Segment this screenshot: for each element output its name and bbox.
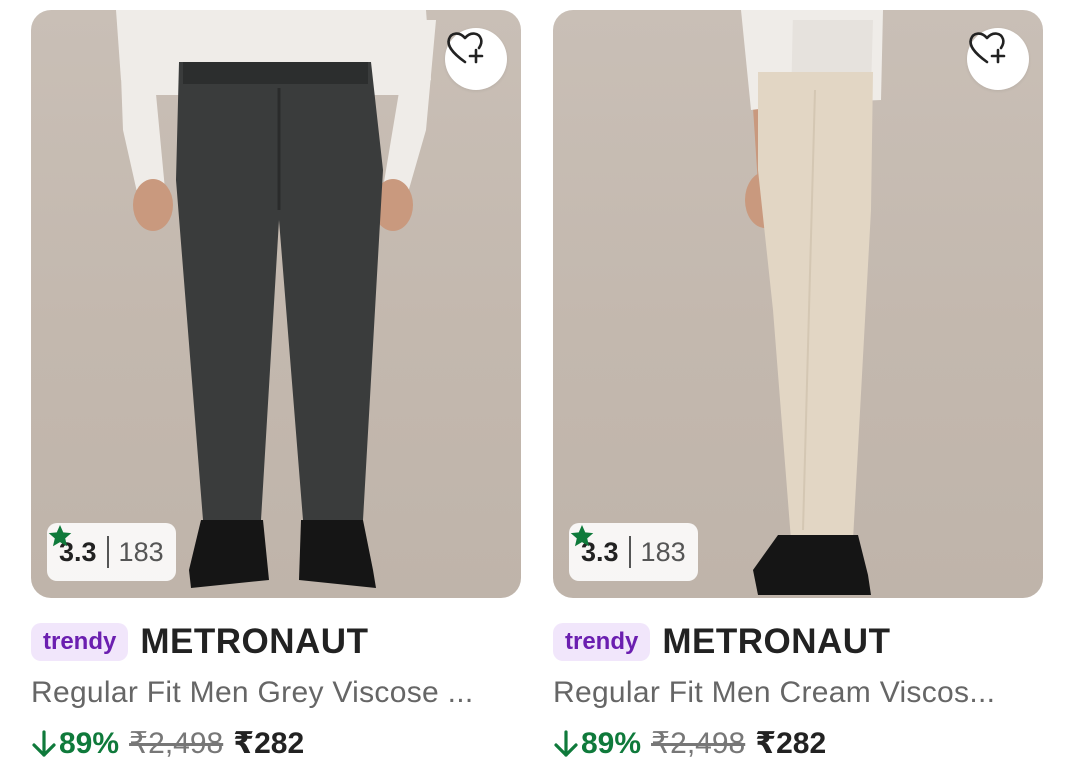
original-price: ₹2,498 bbox=[129, 727, 224, 760]
star-icon bbox=[570, 524, 594, 547]
rating-count: 183 bbox=[640, 536, 686, 567]
divider bbox=[106, 536, 109, 568]
divider bbox=[628, 536, 631, 568]
wishlist-add-icon bbox=[447, 32, 484, 64]
trendy-badge: trendy bbox=[553, 623, 651, 661]
product-image[interactable]: 3.3 183 bbox=[553, 10, 1043, 598]
price-row: 89% ₹2,498 ₹282 bbox=[31, 726, 304, 761]
original-price: ₹2,498 bbox=[651, 727, 746, 760]
trendy-badge: trendy bbox=[31, 623, 129, 661]
wishlist-add-icon bbox=[969, 32, 1006, 64]
product-image[interactable]: 3.3 183 bbox=[31, 10, 521, 598]
product-photo-grey-trousers bbox=[116, 10, 436, 588]
rating-badge: 3.3 183 bbox=[47, 523, 176, 581]
final-price: ₹282 bbox=[755, 727, 827, 760]
product-photo-cream-trousers bbox=[741, 10, 883, 595]
wishlist-button[interactable] bbox=[967, 28, 1029, 90]
product-card[interactable]: 3.3 183 trendy METRONAUT Regular Fit Men… bbox=[31, 10, 521, 770]
rating-count: 183 bbox=[118, 536, 164, 567]
discount-percent: 89% bbox=[581, 726, 642, 760]
wishlist-button[interactable] bbox=[445, 28, 507, 90]
brand-row: trendy METRONAUT bbox=[31, 622, 368, 662]
brand-name[interactable]: METRONAUT bbox=[140, 622, 368, 662]
product-title[interactable]: Regular Fit Men Cream Viscos... bbox=[553, 676, 1043, 710]
brand-row: trendy METRONAUT bbox=[553, 622, 890, 662]
brand-name[interactable]: METRONAUT bbox=[662, 622, 890, 662]
discount-percent: 89% bbox=[59, 726, 120, 760]
arrow-down-icon bbox=[32, 729, 56, 757]
arrow-down-icon bbox=[554, 729, 578, 757]
product-card[interactable]: 3.3 183 trendy METRONAUT Regular Fit Men… bbox=[553, 10, 1043, 770]
final-price: ₹282 bbox=[233, 727, 305, 760]
star-icon bbox=[48, 524, 72, 547]
rating-badge: 3.3 183 bbox=[569, 523, 698, 581]
discount: 89% bbox=[553, 727, 641, 761]
discount: 89% bbox=[31, 727, 119, 761]
price-row: 89% ₹2,498 ₹282 bbox=[553, 726, 826, 761]
product-title[interactable]: Regular Fit Men Grey Viscose ... bbox=[31, 676, 521, 710]
